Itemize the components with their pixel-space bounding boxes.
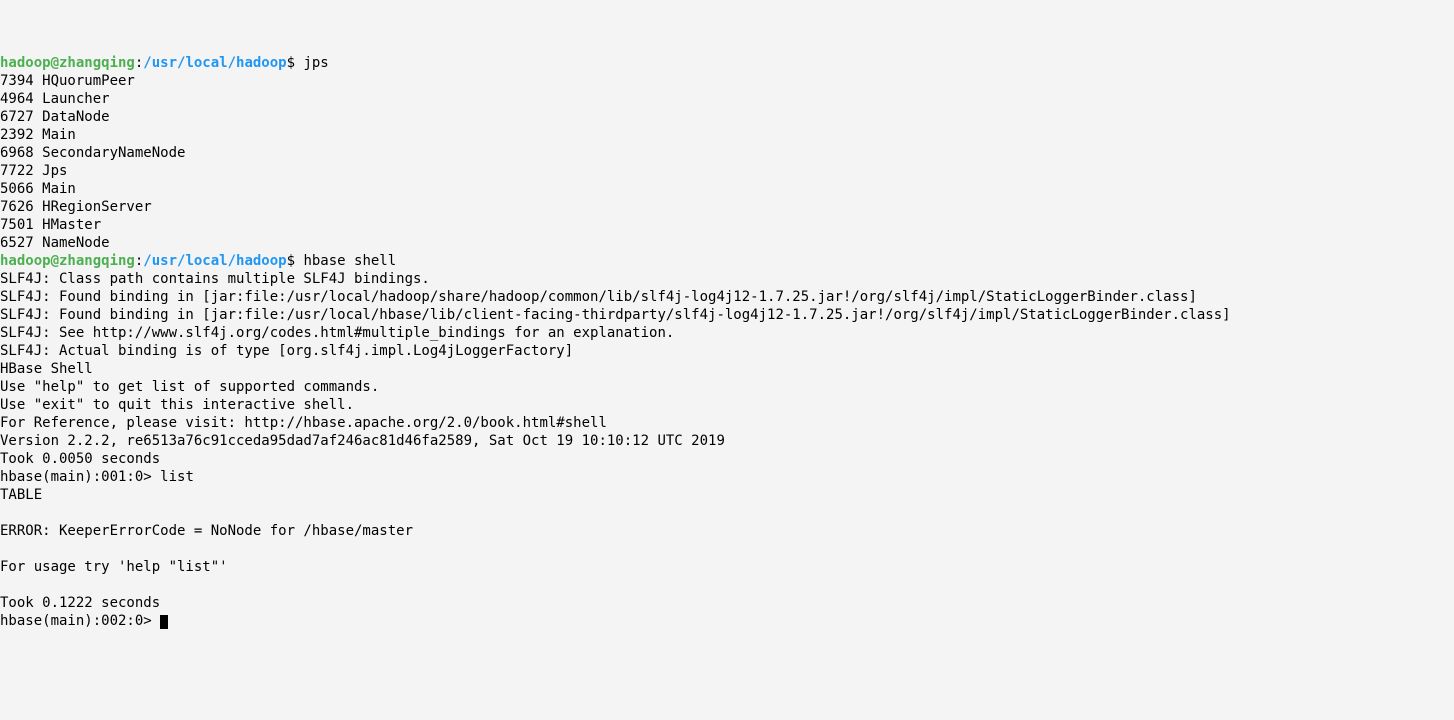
cmd-list: list	[160, 469, 194, 485]
list-output-line: TABLE	[0, 487, 42, 503]
cmd-hbase-shell: hbase shell	[303, 253, 396, 269]
prompt-path: /usr/local/hadoop	[143, 253, 286, 269]
cursor[interactable]	[160, 615, 168, 629]
jps-line: 4964 Launcher	[0, 91, 110, 107]
hbase-intro-line: Use "exit" to quit this interactive shel…	[0, 397, 354, 413]
prompt-user: hadoop@zhangqing	[0, 253, 135, 269]
slf4j-line: SLF4J: Found binding in [jar:file:/usr/l…	[0, 289, 1197, 305]
list-output-line: Took 0.1222 seconds	[0, 595, 160, 611]
jps-line: 2392 Main	[0, 127, 76, 143]
hbase-prompt: hbase(main):002:0>	[0, 613, 160, 629]
hbase-intro-line: Use "help" to get list of supported comm…	[0, 379, 379, 395]
cmd-jps: jps	[303, 55, 328, 71]
terminal[interactable]: hadoop@zhangqing:/usr/local/hadoop$ jps …	[0, 54, 1454, 630]
slf4j-line: SLF4J: Found binding in [jar:file:/usr/l…	[0, 307, 1231, 323]
slf4j-line: SLF4J: See http://www.slf4j.org/codes.ht…	[0, 325, 674, 341]
prompt-user: hadoop@zhangqing	[0, 55, 135, 71]
jps-line: 7501 HMaster	[0, 217, 101, 233]
hbase-prompt: hbase(main):001:0>	[0, 469, 160, 485]
list-output-line: For usage try 'help "list"'	[0, 559, 228, 575]
hbase-intro-line: HBase Shell	[0, 361, 93, 377]
prompt-dollar: $	[287, 253, 304, 269]
jps-line: 7394 HQuorumPeer	[0, 73, 135, 89]
jps-line: 7722 Jps	[0, 163, 67, 179]
hbase-intro-line: Took 0.0050 seconds	[0, 451, 160, 467]
hbase-intro-line: For Reference, please visit: http://hbas…	[0, 415, 607, 431]
jps-line: 6527 NameNode	[0, 235, 110, 251]
slf4j-line: SLF4J: Actual binding is of type [org.sl…	[0, 343, 573, 359]
jps-line: 5066 Main	[0, 181, 76, 197]
jps-line: 6727 DataNode	[0, 109, 110, 125]
prompt-path: /usr/local/hadoop	[143, 55, 286, 71]
prompt-dollar: $	[287, 55, 304, 71]
hbase-intro-line: Version 2.2.2, re6513a76c91cceda95dad7af…	[0, 433, 725, 449]
list-output-line: ERROR: KeeperErrorCode = NoNode for /hba…	[0, 523, 413, 539]
jps-line: 7626 HRegionServer	[0, 199, 152, 215]
jps-line: 6968 SecondaryNameNode	[0, 145, 185, 161]
slf4j-line: SLF4J: Class path contains multiple SLF4…	[0, 271, 430, 287]
